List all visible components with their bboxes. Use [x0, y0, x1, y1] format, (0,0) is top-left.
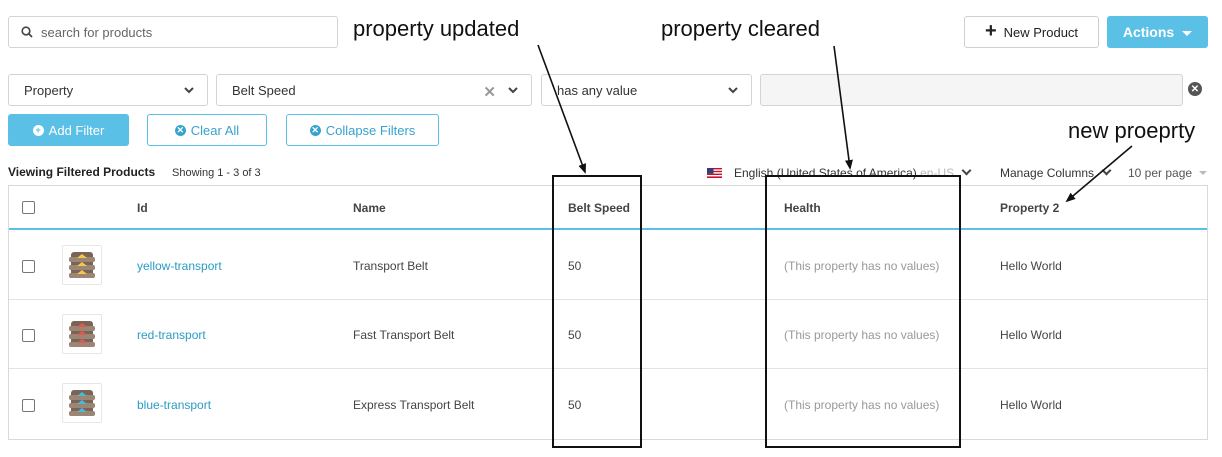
annotation-arrows	[537, 44, 1133, 203]
arrow-property-cleared	[833, 45, 853, 170]
arrow-new-property	[1065, 145, 1133, 203]
arrow-property-updated	[537, 44, 586, 174]
